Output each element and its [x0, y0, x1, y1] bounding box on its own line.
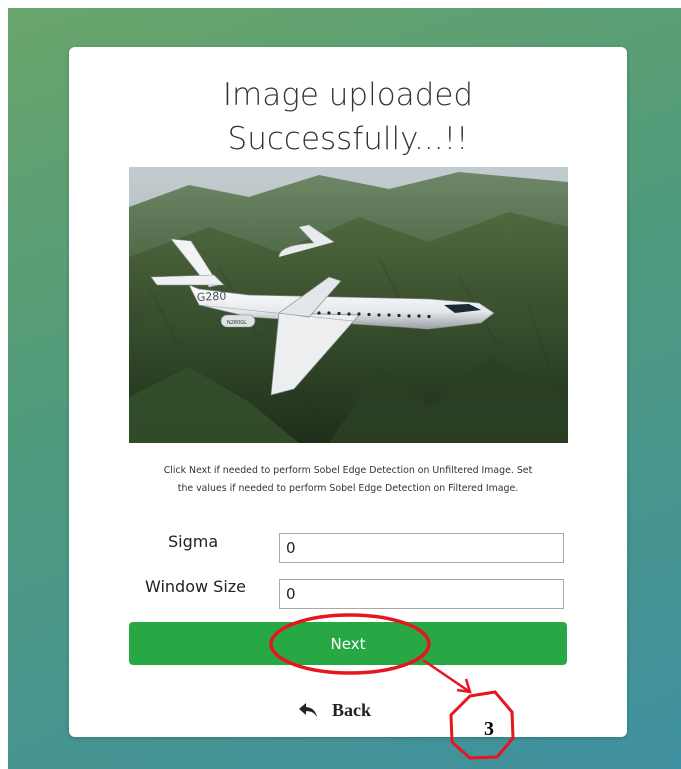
instruction-line-2: the values if needed to perform Sobel Ed… — [177, 483, 519, 494]
registration-text: N280GL — [227, 320, 247, 326]
upload-success-card: Image uploaded Successfully...!! G280 N2… — [69, 47, 627, 737]
step-number: 3 — [484, 718, 494, 740]
tail-text: G280 — [196, 289, 226, 304]
title-line-1: Image uploaded — [222, 77, 474, 113]
window-frame-left — [0, 0, 8, 769]
window-size-input[interactable] — [279, 579, 564, 609]
window-frame-top — [0, 0, 681, 8]
page-title: Image uploaded Successfully...!! — [69, 73, 627, 161]
sigma-input[interactable] — [279, 533, 564, 563]
back-button[interactable]: Back — [298, 697, 398, 723]
reply-arrow-icon — [299, 703, 317, 717]
back-label: Back — [332, 699, 372, 720]
instruction-line-1: Click Next if needed to perform Sobel Ed… — [163, 465, 533, 476]
uploaded-image: G280 N280GL — [129, 167, 568, 443]
window-size-label: Window Size — [145, 577, 247, 596]
sigma-label: Sigma — [168, 532, 219, 551]
title-line-2: Successfully...!! — [227, 121, 469, 157]
instruction-text: Click Next if needed to perform Sobel Ed… — [115, 462, 581, 498]
next-button[interactable]: Next — [129, 622, 567, 665]
